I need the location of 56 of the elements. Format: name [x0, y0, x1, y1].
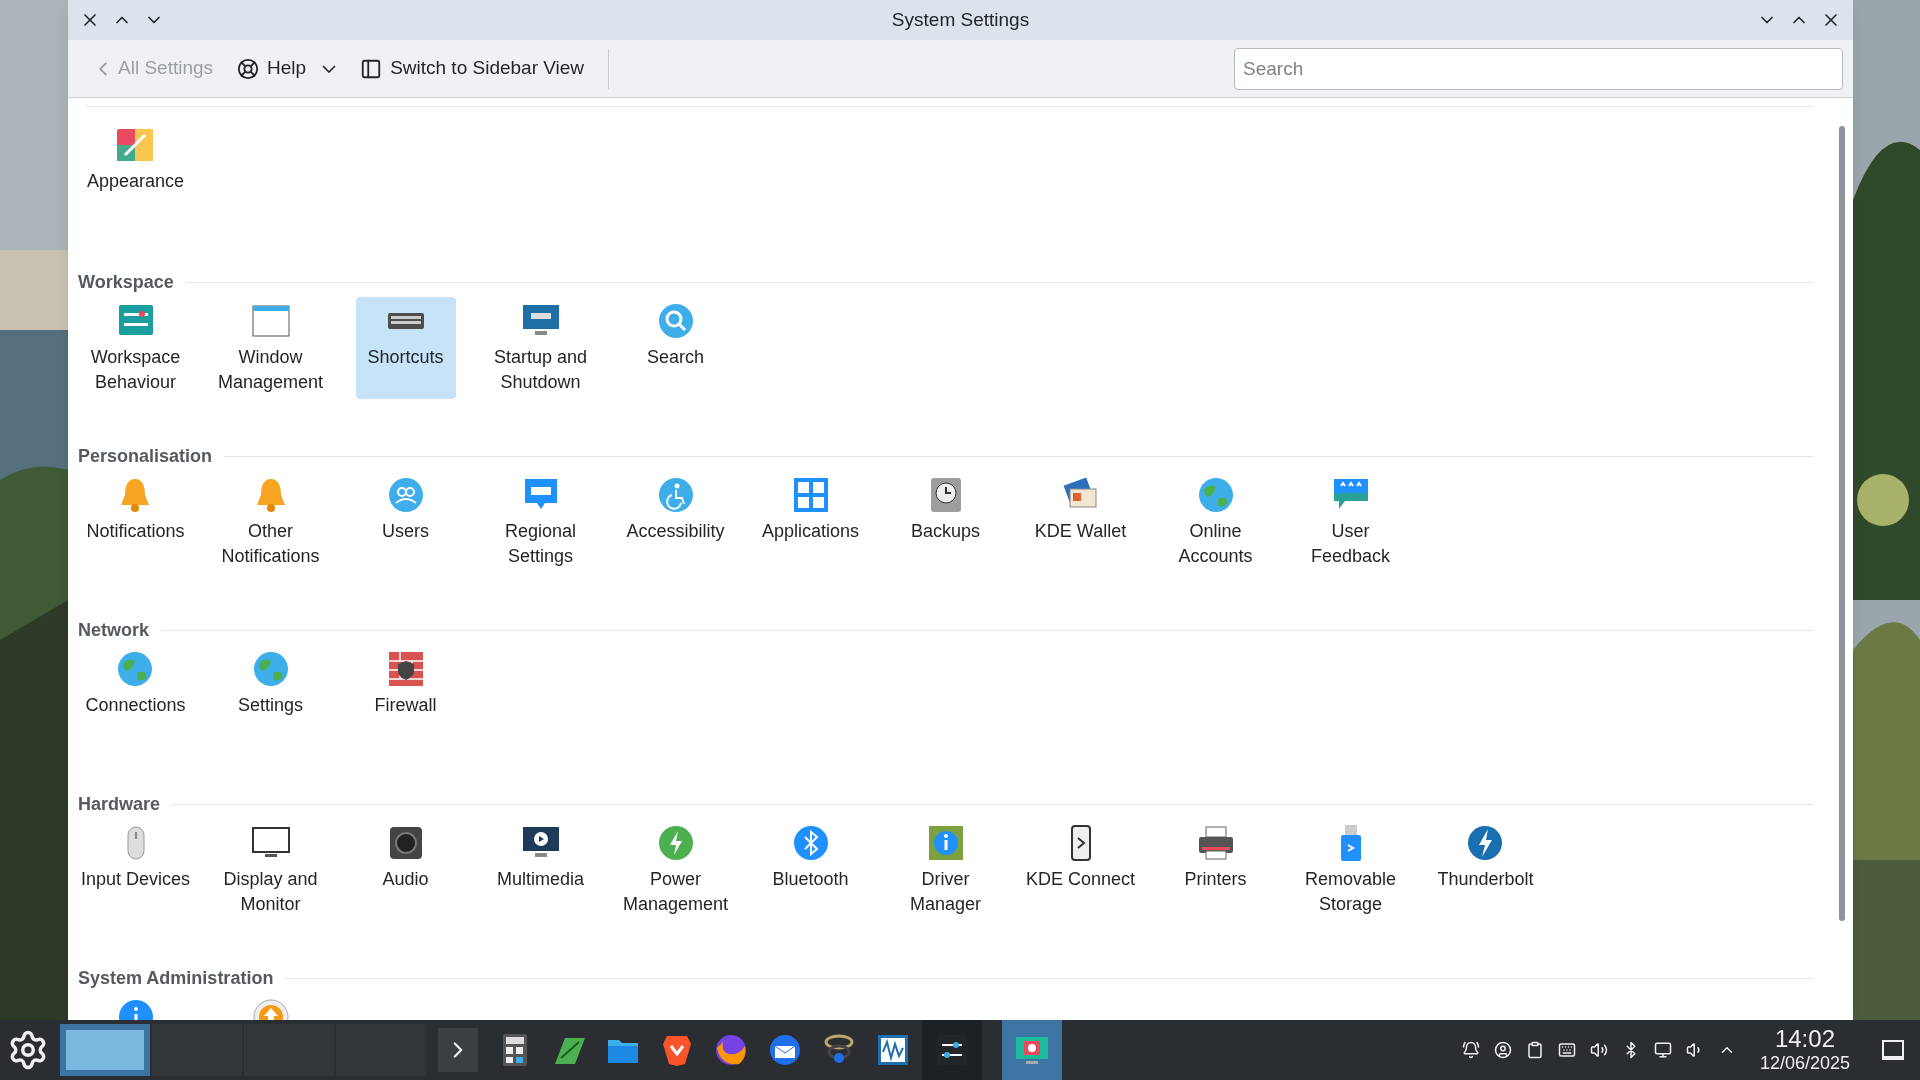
task-button[interactable] — [922, 1020, 982, 1080]
lifebuoy-icon — [237, 57, 260, 80]
section-heading: Hardware — [78, 792, 161, 816]
switch-view-button[interactable]: Switch to Sidebar View — [352, 49, 593, 88]
settings-item[interactable]: Startup and Shutdown — [473, 297, 608, 399]
settings-item[interactable]: Printers — [1165, 819, 1266, 921]
section-heading: Network — [78, 618, 149, 642]
settings-item[interactable]: Bluetooth — [760, 819, 861, 921]
section-heading: Personalisation — [78, 444, 213, 468]
settings-item[interactable]: Backups — [895, 471, 996, 573]
chevron-down-icon — [322, 64, 337, 73]
settings-item[interactable]: Driver Manager — [878, 819, 1013, 921]
clipboard-icon[interactable] — [1525, 1041, 1544, 1059]
clock-time[interactable]: 14:02 — [1774, 1026, 1835, 1052]
section-heading: System Administration — [78, 966, 274, 990]
settings-item[interactable]: User Feedback — [1283, 471, 1418, 573]
sidebar-panel-icon — [360, 57, 383, 80]
settings-item[interactable]: Firewall — [355, 645, 456, 722]
expand-button[interactable] — [438, 1028, 478, 1072]
settings-item[interactable]: Connections — [77, 645, 194, 722]
settings-item[interactable]: KDE Connect — [1017, 819, 1144, 921]
settings-item[interactable]: Multimedia — [489, 819, 592, 921]
monitor-icon[interactable] — [1653, 1041, 1672, 1059]
settings-item[interactable]: Display and Monitor — [203, 819, 338, 921]
scrollbar-thumb[interactable] — [1839, 126, 1845, 921]
window-title: System Settings — [890, 7, 1031, 32]
settings-item[interactable]: Workspace Behaviour — [68, 297, 203, 399]
settings-item[interactable]: Window Management — [203, 297, 338, 399]
settings-item[interactable]: Shortcuts — [355, 297, 456, 399]
settings-item[interactable]: Online Accounts — [1148, 471, 1283, 573]
settings-item[interactable]: Removable Storage — [1283, 819, 1418, 921]
section-heading: Workspace — [78, 270, 174, 294]
keyboard-icon[interactable] — [1557, 1041, 1576, 1059]
settings-item[interactable]: Applications — [753, 471, 868, 573]
search-field[interactable]: Search — [1234, 47, 1843, 90]
waveform-monitor-icon[interactable] — [875, 1032, 911, 1068]
settings-item[interactable]: Input Devices — [72, 819, 199, 921]
settings-item[interactable]: Settings — [220, 645, 321, 722]
settings-item[interactable]: Appearance — [78, 121, 193, 198]
desktop-pager-cell[interactable] — [60, 1024, 150, 1076]
settings-item[interactable]: KDE Wallet — [1026, 471, 1135, 573]
settings-item[interactable]: Accessibility — [618, 471, 733, 573]
settings-item[interactable]: Other Notifications — [203, 471, 338, 573]
help-button[interactable]: Help — [229, 49, 345, 88]
show-desktop-icon[interactable] — [1882, 1040, 1904, 1060]
settings-item[interactable]: Users — [355, 471, 456, 573]
volume-icon[interactable] — [1589, 1041, 1608, 1059]
settings-item[interactable]: Audio — [355, 819, 456, 921]
settings-item[interactable]: Thunderbolt — [1429, 819, 1542, 921]
settings-item[interactable]: Search — [625, 297, 726, 399]
settings-item[interactable]: Regional Settings — [473, 471, 608, 573]
settings-item[interactable]: Power Management — [608, 819, 743, 921]
settings-item[interactable]: Notifications — [78, 471, 193, 573]
clock-date[interactable]: 12/06/2025 — [1759, 1052, 1850, 1074]
user-icon[interactable] — [1493, 1041, 1512, 1059]
bell-icon[interactable] — [1461, 1041, 1480, 1059]
